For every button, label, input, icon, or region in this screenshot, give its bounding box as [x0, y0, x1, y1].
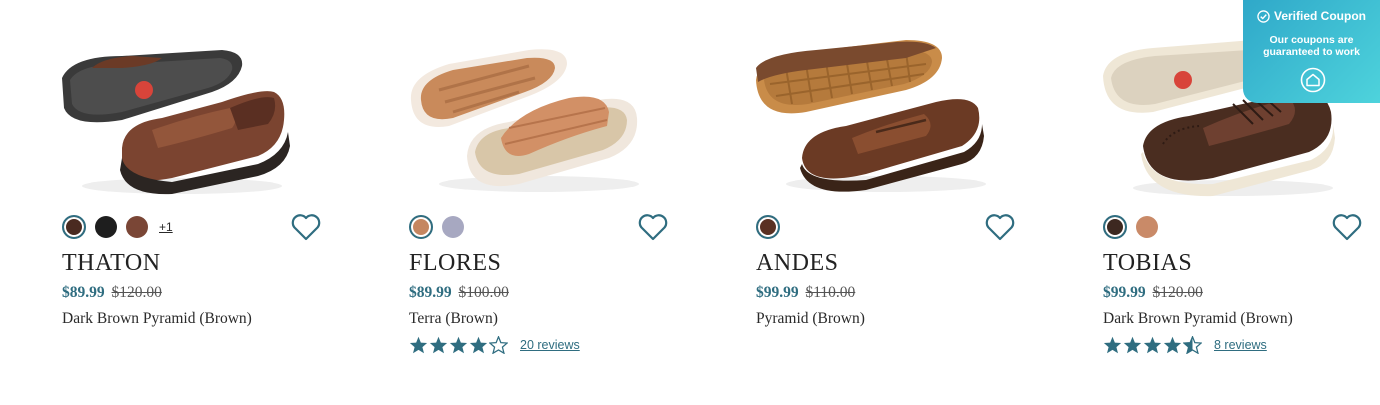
color-swatches: +1 [62, 214, 173, 240]
star-rating [409, 336, 508, 354]
color-swatch[interactable] [1103, 215, 1127, 239]
sale-price: $99.99 [1103, 284, 1146, 301]
home-icon[interactable] [1300, 67, 1326, 93]
star-full-icon [449, 336, 468, 354]
star-full-icon [1123, 336, 1142, 354]
sale-price: $89.99 [409, 284, 452, 301]
product-color: Pyramid (Brown) [756, 310, 865, 327]
star-full-icon [429, 336, 448, 354]
reviews-link[interactable]: 8 reviews [1214, 338, 1267, 352]
heart-icon[interactable] [637, 212, 669, 242]
product-rating: 8 reviews [1103, 336, 1267, 354]
star-half-icon [1183, 336, 1202, 354]
color-swatch[interactable] [442, 216, 464, 238]
original-price: $100.00 [458, 284, 509, 301]
color-swatches [409, 214, 464, 240]
coupon-subtitle: Our coupons are guaranteed to work [1263, 34, 1360, 58]
reviews-link[interactable]: 20 reviews [520, 338, 580, 352]
product-price: $89.99 $120.00 [62, 284, 162, 302]
product-price: $99.99 $110.00 [756, 284, 855, 302]
color-swatch[interactable] [409, 215, 433, 239]
product-card[interactable]: ANDES $99.99 $110.00 Pyramid (Brown) [756, 0, 1056, 405]
coupon-title-text: Verified Coupon [1273, 9, 1366, 23]
product-rating: 20 reviews [409, 336, 580, 354]
original-price: $110.00 [805, 284, 856, 301]
color-swatches [756, 214, 780, 240]
star-full-icon [1143, 336, 1162, 354]
sale-price: $89.99 [62, 284, 105, 301]
product-card[interactable]: FLORES $89.99 $100.00 Terra (Brown) 20 r… [409, 0, 709, 405]
star-full-icon [409, 336, 428, 354]
heart-icon[interactable] [1331, 212, 1363, 242]
original-price: $120.00 [1152, 284, 1203, 301]
more-colors-link[interactable]: +1 [159, 220, 173, 234]
color-swatch[interactable] [95, 216, 117, 238]
product-color: Dark Brown Pyramid (Brown) [1103, 310, 1293, 327]
color-swatch[interactable] [126, 216, 148, 238]
product-color: Terra (Brown) [409, 310, 498, 327]
color-swatch[interactable] [62, 215, 86, 239]
check-circle-icon [1257, 9, 1270, 23]
color-swatch[interactable] [1136, 216, 1158, 238]
product-image[interactable] [409, 28, 649, 198]
star-empty-icon [489, 336, 508, 354]
color-swatches [1103, 214, 1158, 240]
product-price: $99.99 $120.00 [1103, 284, 1203, 302]
product-name[interactable]: TOBIAS [1103, 250, 1192, 277]
product-card[interactable]: +1 THATON $89.99 $120.00 Dark Brown Pyra… [62, 0, 362, 405]
product-color: Dark Brown Pyramid (Brown) [62, 310, 252, 327]
product-grid: +1 THATON $89.99 $120.00 Dark Brown Pyra… [0, 0, 1380, 405]
product-name[interactable]: FLORES [409, 250, 501, 277]
star-full-icon [1103, 336, 1122, 354]
star-full-icon [469, 336, 488, 354]
product-price: $89.99 $100.00 [409, 284, 509, 302]
verified-coupon-badge[interactable]: Verified Coupon Our coupons are guarante… [1243, 0, 1380, 103]
product-image[interactable] [756, 28, 996, 198]
product-name[interactable]: ANDES [756, 250, 839, 277]
sale-price: $99.99 [756, 284, 799, 301]
color-swatch[interactable] [756, 215, 780, 239]
star-rating [1103, 336, 1202, 354]
original-price: $120.00 [111, 284, 162, 301]
product-name[interactable]: THATON [62, 250, 161, 277]
star-full-icon [1163, 336, 1182, 354]
heart-icon[interactable] [984, 212, 1016, 242]
coupon-title: Verified Coupon [1243, 9, 1380, 23]
heart-icon[interactable] [290, 212, 322, 242]
product-image[interactable] [62, 28, 302, 198]
